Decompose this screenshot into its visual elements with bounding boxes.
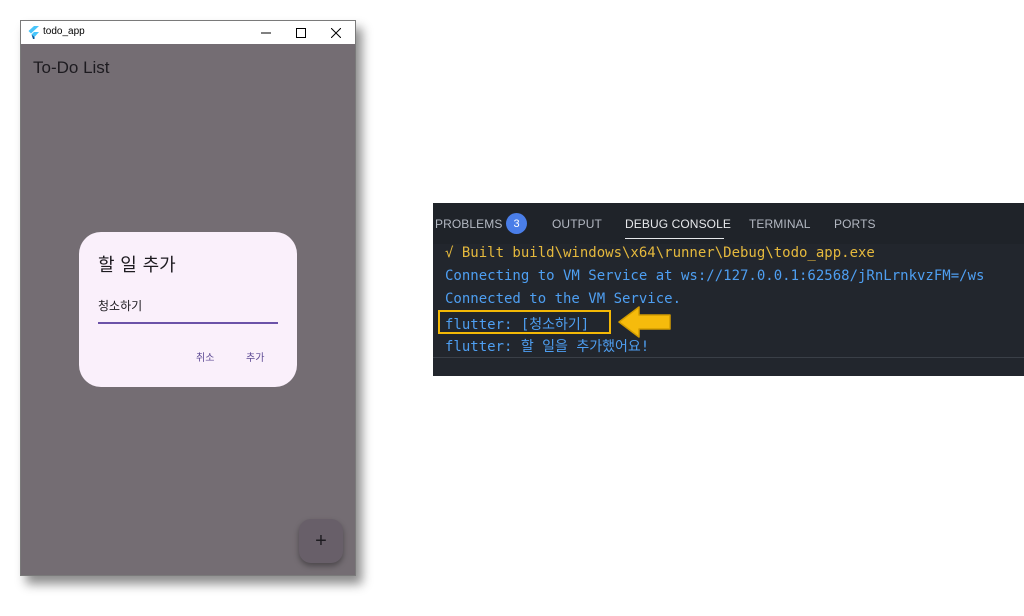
- tab-output[interactable]: OUTPUT: [552, 217, 602, 231]
- tab-debug-console[interactable]: DEBUG CONSOLE: [625, 217, 731, 231]
- left-arrow-icon: [618, 306, 671, 338]
- flutter-logo-icon: [28, 26, 39, 39]
- problems-count-badge: 3: [506, 213, 527, 234]
- app-bar-title: To-Do List: [33, 58, 110, 77]
- tab-ports[interactable]: PORTS: [834, 217, 876, 231]
- cancel-button[interactable]: 취소: [196, 349, 214, 364]
- plus-icon: +: [315, 529, 327, 552]
- tab-problems[interactable]: PROBLEMS: [435, 217, 503, 231]
- minimize-button[interactable]: [249, 21, 283, 44]
- active-tab-indicator: [625, 238, 724, 239]
- console-divider: [433, 357, 1024, 358]
- console-line-build: √ Built build\windows\x64\runner\Debug\t…: [445, 245, 875, 261]
- close-icon: [331, 27, 341, 38]
- highlight-box: [438, 310, 611, 334]
- maximize-icon: [296, 27, 306, 38]
- add-todo-dialog: 할 일 추가 청소하기 취소 추가: [79, 232, 297, 387]
- todo-input[interactable]: 청소하기: [98, 294, 278, 324]
- input-underline: [98, 322, 278, 324]
- minimize-icon: [261, 32, 271, 33]
- vscode-panel: PROBLEMS 3 OUTPUT DEBUG CONSOLE TERMINAL…: [433, 203, 1024, 376]
- todo-input-value: 청소하기: [98, 299, 143, 313]
- flutter-app-window: todo_app To-Do List 할 일 추가 청소하기 취소 추가 +: [20, 20, 356, 576]
- console-line-flutter-added: flutter: 할 일을 추가했어요!: [445, 339, 650, 355]
- window-title: todo_app: [43, 26, 85, 37]
- panel-tab-bar: PROBLEMS 3 OUTPUT DEBUG CONSOLE TERMINAL…: [433, 203, 1024, 244]
- close-button[interactable]: [319, 21, 353, 44]
- add-fab-button[interactable]: +: [299, 519, 343, 563]
- console-line-connecting: Connecting to VM Service at ws://127.0.0…: [445, 268, 985, 284]
- tab-terminal[interactable]: TERMINAL: [749, 217, 810, 231]
- window-titlebar[interactable]: todo_app: [21, 21, 355, 44]
- app-body-scrim[interactable]: To-Do List 할 일 추가 청소하기 취소 추가 +: [21, 44, 355, 575]
- maximize-button[interactable]: [284, 21, 318, 44]
- add-button[interactable]: 추가: [246, 349, 264, 364]
- dialog-title: 할 일 추가: [98, 255, 176, 276]
- debug-console-output[interactable]: √ Built build\windows\x64\runner\Debug\t…: [433, 244, 1024, 376]
